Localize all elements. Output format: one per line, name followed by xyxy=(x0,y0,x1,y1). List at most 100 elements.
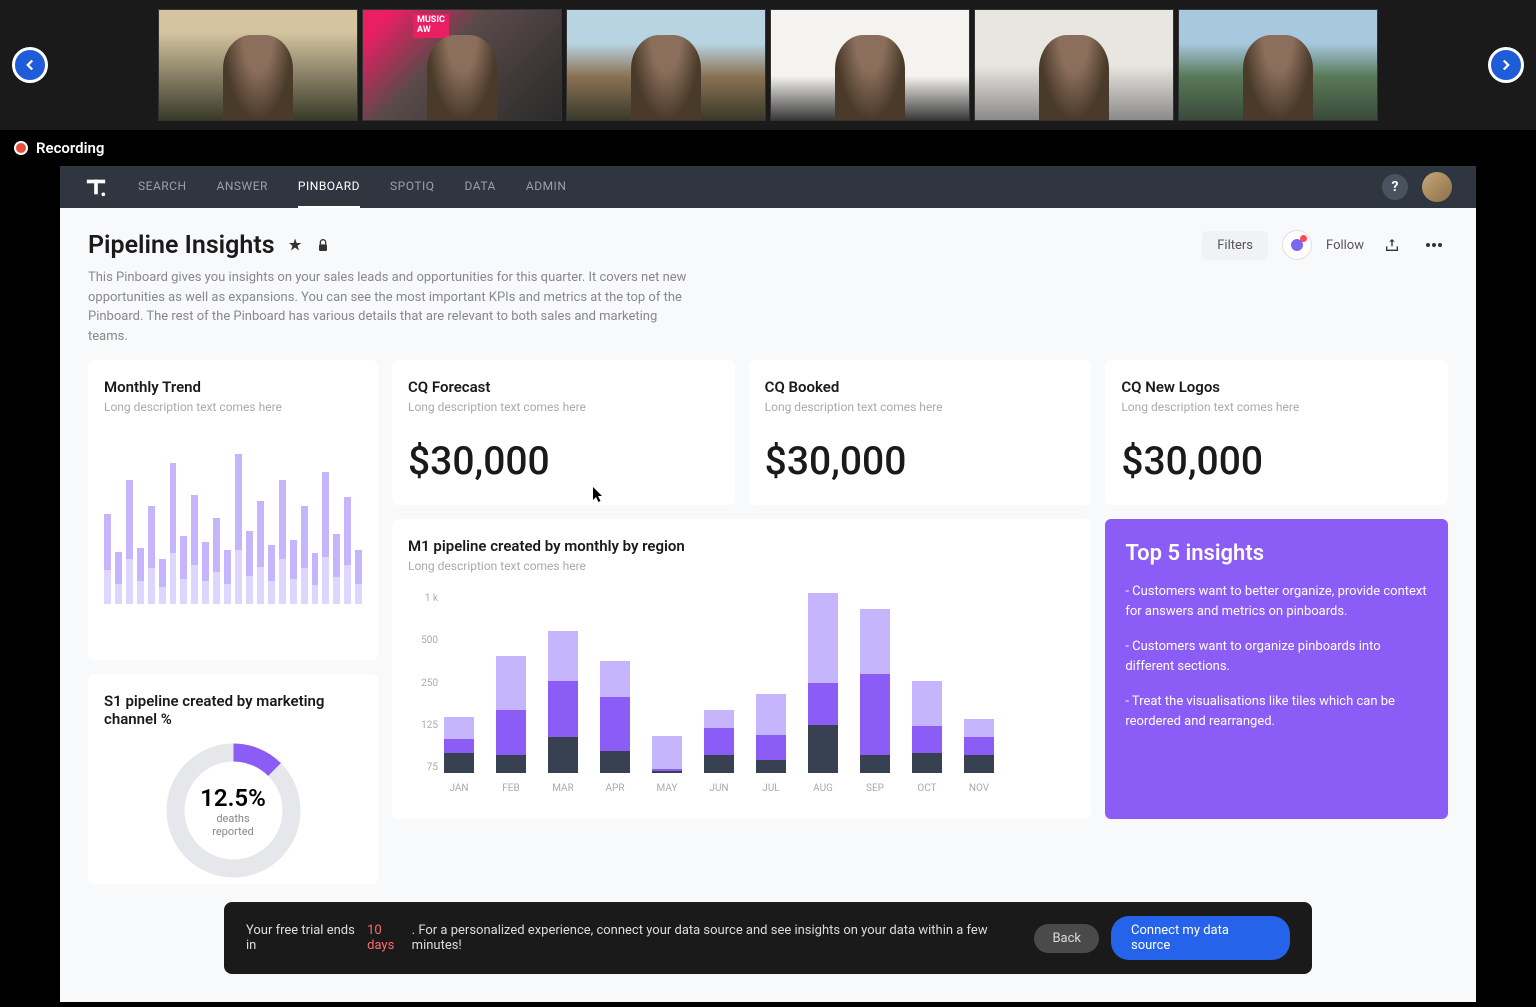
x-tick: APR xyxy=(600,783,630,794)
mini-bar xyxy=(235,454,242,604)
x-tick: AUG xyxy=(808,783,838,794)
nav-admin[interactable]: ADMIN xyxy=(526,166,567,208)
x-tick: OCT xyxy=(912,783,942,794)
mini-bar xyxy=(224,550,231,604)
card-subtitle: Long description text comes here xyxy=(765,400,1076,414)
mini-bar xyxy=(115,552,122,604)
app-logo[interactable] xyxy=(84,175,108,199)
insight-item: - Customers want to organize pinboards i… xyxy=(1125,637,1428,676)
recording-label: Recording xyxy=(36,139,104,157)
nav-data[interactable]: DATA xyxy=(465,166,496,208)
y-tick: 250 xyxy=(410,678,438,689)
y-tick: 500 xyxy=(410,635,438,646)
m1-bar xyxy=(704,593,734,773)
follow-button[interactable]: Follow xyxy=(1326,238,1364,253)
s1-pipeline-card[interactable]: S1 pipeline created by marketing channel… xyxy=(88,674,378,884)
m1-bar xyxy=(964,593,994,773)
m1-bar xyxy=(808,593,838,773)
star-icon[interactable] xyxy=(287,237,303,253)
page-header: Pipeline Insights Filters Follow This xyxy=(60,208,1476,360)
top-nav: SEARCH ANSWER PINBOARD SPOTIQ DATA ADMIN… xyxy=(60,166,1476,208)
m1-bar xyxy=(496,593,526,773)
notification-badge xyxy=(1300,235,1307,242)
x-tick: JUL xyxy=(756,783,786,794)
kpi-value: $30,000 xyxy=(1121,438,1432,484)
video-tile[interactable] xyxy=(566,9,766,121)
x-tick: NOV xyxy=(964,783,994,794)
mini-bar xyxy=(104,514,111,604)
y-tick: 1 k xyxy=(410,593,438,604)
cq-forecast-card[interactable]: CQ Forecast Long description text comes … xyxy=(392,360,735,505)
insight-item: - Treat the visualisations like tiles wh… xyxy=(1125,692,1428,731)
m1-pipeline-card[interactable]: M1 pipeline created by monthly by region… xyxy=(392,519,1091,819)
more-icon xyxy=(1426,243,1442,247)
card-subtitle: Long description text comes here xyxy=(408,400,719,414)
insights-indicator[interactable] xyxy=(1282,230,1312,260)
insights-panel[interactable]: Top 5 insights - Customers want to bette… xyxy=(1105,519,1448,819)
filters-button[interactable]: Filters xyxy=(1202,231,1268,260)
card-title: CQ Booked xyxy=(765,378,1076,396)
video-prev-button[interactable] xyxy=(12,47,48,83)
donut-chart: 12.5% deaths reported xyxy=(161,738,306,883)
mini-bar xyxy=(137,548,144,604)
insights-title: Top 5 insights xyxy=(1125,541,1428,566)
video-call-bar: MUSIC AW xyxy=(0,0,1536,130)
donut-label: deaths reported xyxy=(197,812,270,838)
nav-spotiq[interactable]: SPOTIQ xyxy=(390,166,434,208)
m1-chart: 1 k50025012575 xyxy=(444,593,1075,773)
mini-bar xyxy=(268,545,275,604)
mini-bar xyxy=(148,506,155,604)
trial-text-suffix: . For a personalized experience, connect… xyxy=(412,923,1035,953)
chevron-left-icon xyxy=(21,56,39,74)
video-next-button[interactable] xyxy=(1488,47,1524,83)
x-tick: JUN xyxy=(704,783,734,794)
more-button[interactable] xyxy=(1420,231,1448,259)
y-tick: 125 xyxy=(410,720,438,731)
mini-bar xyxy=(180,536,187,604)
chevron-right-icon xyxy=(1497,56,1515,74)
card-subtitle: Long description text comes here xyxy=(1121,400,1432,414)
mini-bar xyxy=(202,542,209,604)
logo-icon xyxy=(85,176,107,198)
recording-bar: Recording xyxy=(0,130,1536,166)
trial-banner: Your free trial ends in 10 days . For a … xyxy=(224,902,1312,974)
lock-icon[interactable] xyxy=(315,237,331,253)
mini-bar xyxy=(279,480,286,604)
page-title: Pipeline Insights xyxy=(88,231,275,260)
mini-bar xyxy=(246,531,253,604)
back-button[interactable]: Back xyxy=(1034,924,1099,953)
y-tick: 75 xyxy=(410,762,438,773)
video-tile[interactable] xyxy=(974,9,1174,121)
donut-value: 12.5% xyxy=(197,784,270,812)
nav-pinboard[interactable]: PINBOARD xyxy=(298,166,360,208)
card-title: S1 pipeline created by marketing channel… xyxy=(104,692,362,728)
cq-new-logos-card[interactable]: CQ New Logos Long description text comes… xyxy=(1105,360,1448,505)
video-tile[interactable] xyxy=(1178,9,1378,121)
mini-bar xyxy=(290,540,297,604)
x-tick: JAN xyxy=(444,783,474,794)
mini-bar xyxy=(344,497,351,604)
monthly-trend-chart xyxy=(104,454,362,604)
x-axis: JANFEBMARAPRMAYJUNJULAUGSEPOCTNOV xyxy=(444,783,1075,794)
m1-bar xyxy=(444,593,474,773)
connect-data-button[interactable]: Connect my data source xyxy=(1111,916,1290,960)
music-badge: MUSIC AW xyxy=(413,14,449,38)
video-tile[interactable] xyxy=(158,9,358,121)
m1-bar xyxy=(912,593,942,773)
share-button[interactable] xyxy=(1378,231,1406,259)
avatar[interactable] xyxy=(1422,172,1452,202)
card-title: M1 pipeline created by monthly by region xyxy=(408,537,1075,555)
video-tile[interactable] xyxy=(770,9,970,121)
m1-bar xyxy=(548,593,578,773)
card-title: CQ Forecast xyxy=(408,378,719,396)
recording-icon xyxy=(14,141,28,155)
mini-bar xyxy=(301,506,308,604)
help-button[interactable]: ? xyxy=(1382,174,1408,200)
mini-bar xyxy=(170,463,177,604)
nav-answer[interactable]: ANSWER xyxy=(217,166,268,208)
nav-search[interactable]: SEARCH xyxy=(138,166,187,208)
cq-booked-card[interactable]: CQ Booked Long description text comes he… xyxy=(749,360,1092,505)
video-tile[interactable]: MUSIC AW xyxy=(362,9,562,121)
monthly-trend-card[interactable]: Monthly Trend Long description text come… xyxy=(88,360,378,660)
mini-bar xyxy=(191,495,198,604)
